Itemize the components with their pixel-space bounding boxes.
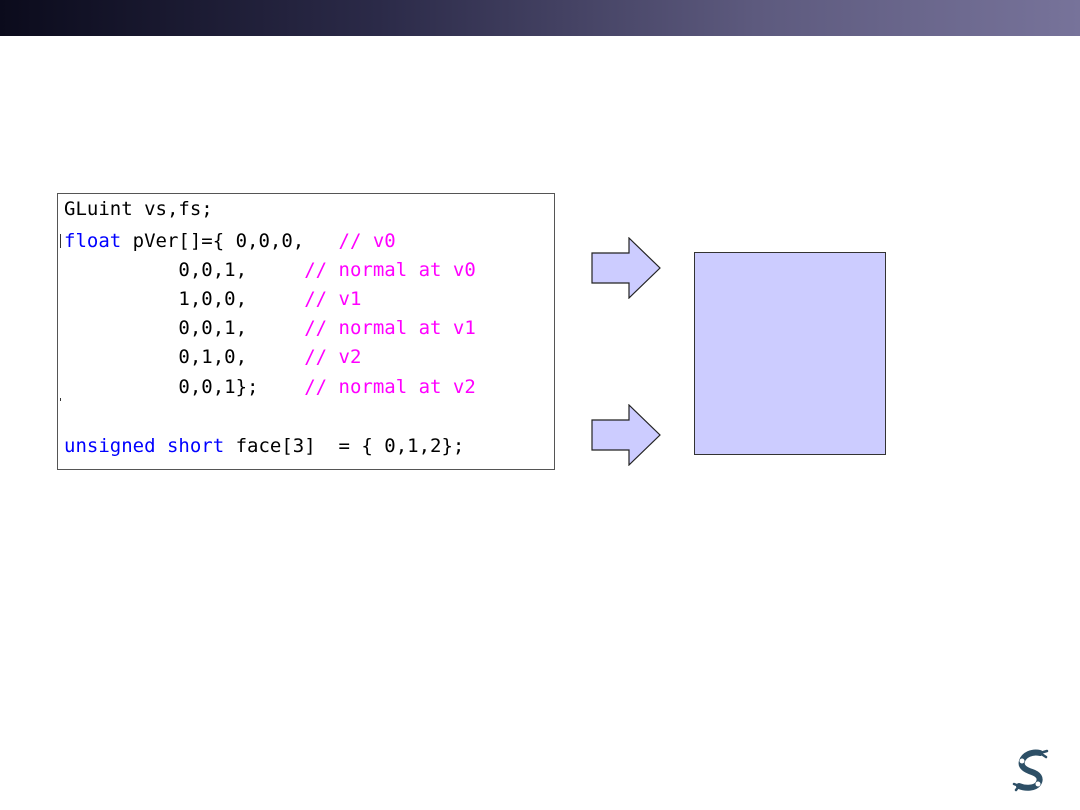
code-line-3: 0,0,1, // normal at v0 xyxy=(64,259,476,281)
code-keyword: float xyxy=(64,230,122,252)
code-text: 0,1,0, xyxy=(64,346,305,368)
robot-arm-logo-icon xyxy=(1012,749,1049,792)
code-text: GLuint vs,fs; xyxy=(64,198,213,220)
code-block: GLuint vs,fs; float pVer[]={ 0,0,0, // v… xyxy=(57,193,555,470)
gutter-mark xyxy=(60,234,61,248)
code-comment: // normal at v0 xyxy=(304,259,476,281)
code-line-7: 0,0,1}; // normal at v2 xyxy=(64,376,476,398)
code-text: pVer[]={ 0,0,0, xyxy=(121,230,339,252)
gutter-mark xyxy=(60,398,61,401)
right-arrow-icon xyxy=(591,237,661,299)
code-line-1: GLuint vs,fs; xyxy=(64,198,213,220)
code-text: 1,0,0, xyxy=(64,288,305,310)
code-line-8: unsigned short face[3] = { 0,1,2}; xyxy=(64,435,464,457)
code-line-2: float pVer[]={ 0,0,0, // v0 xyxy=(64,230,396,252)
code-comment: // normal at v2 xyxy=(304,376,476,398)
code-comment: // normal at v1 xyxy=(304,317,476,339)
output-placeholder-box xyxy=(694,252,886,455)
code-comment: // v0 xyxy=(338,230,396,252)
code-text: 0,0,1, xyxy=(64,259,305,281)
code-comment: // v2 xyxy=(304,346,362,368)
code-text: 0,0,1, xyxy=(64,317,305,339)
code-text: 0,0,1}; xyxy=(64,376,305,398)
code-line-6: 0,1,0, // v2 xyxy=(64,346,361,368)
code-text: face[3] = { 0,1,2}; xyxy=(224,435,465,457)
code-line-5: 0,0,1, // normal at v1 xyxy=(64,317,476,339)
code-comment: // v1 xyxy=(304,288,362,310)
code-line-4: 1,0,0, // v1 xyxy=(64,288,361,310)
slide-header-bar xyxy=(0,0,1080,36)
code-keyword: unsigned short xyxy=(64,435,225,457)
right-arrow-icon xyxy=(591,404,661,466)
